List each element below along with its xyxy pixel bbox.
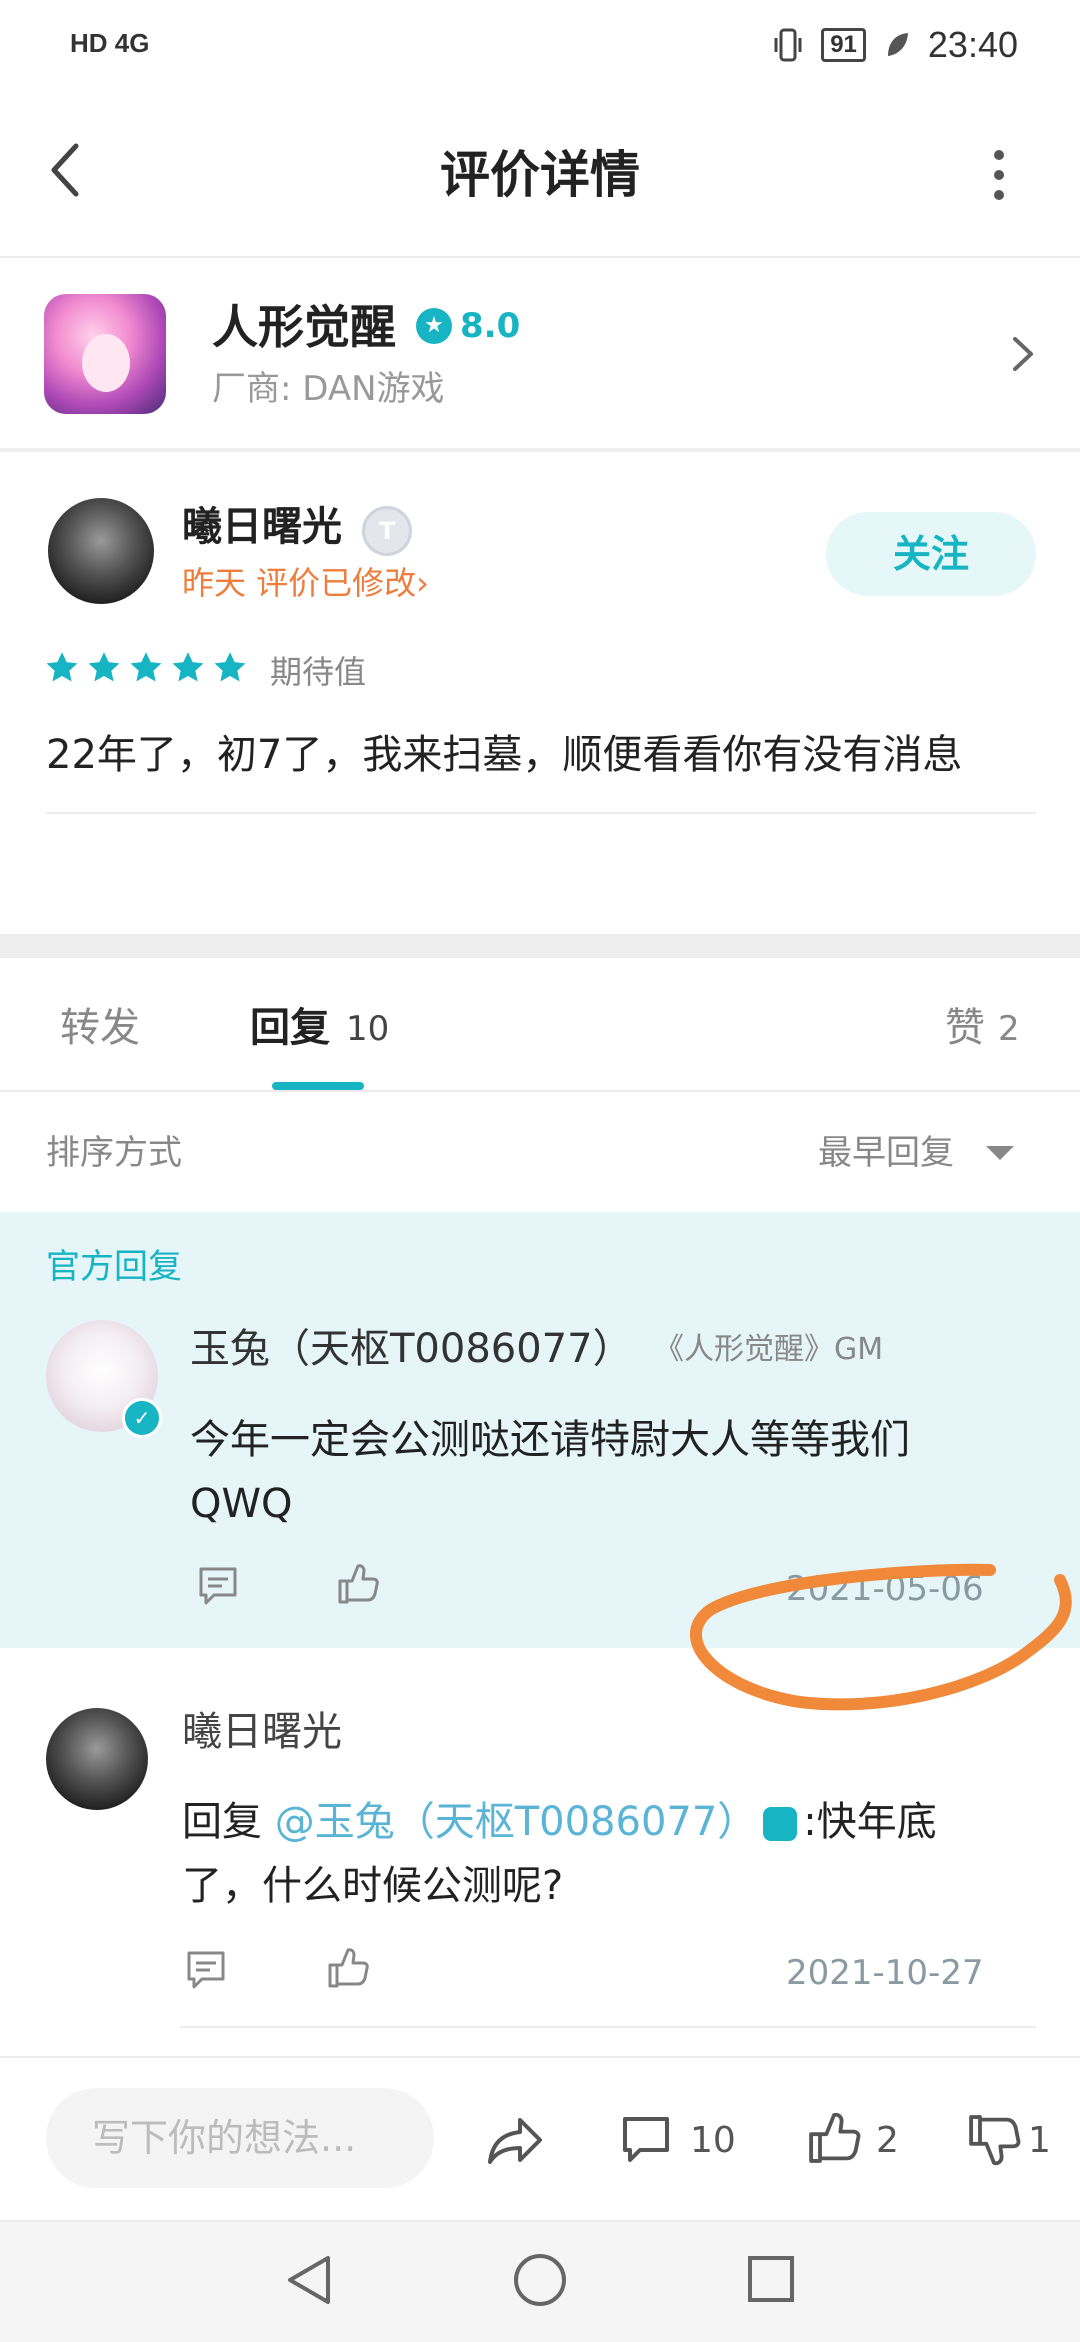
official-reply-text: 今年一定会公测哒还请特尉大人等等我们QWQ [190,1417,910,1527]
verified-icon [763,1807,798,1841]
tab-like[interactable]: 赞 [945,1000,985,1056]
comment-icon[interactable] [184,1948,228,1992]
comment-icon[interactable] [620,2114,672,2166]
divider [0,1090,1080,1092]
rating-star-icon: ★ [416,308,452,344]
nav-back-icon[interactable] [284,2252,334,2308]
nav-home-icon[interactable] [512,2252,568,2308]
divider [180,2026,1036,2028]
replier-name[interactable]: 曦日曙光 [182,1704,342,1760]
star-rating [44,650,248,686]
like-count: 2 [998,1009,1020,1049]
share-icon[interactable] [486,2114,544,2166]
tab-reply[interactable]: 回复 [250,1000,330,1056]
vibrate-icon [774,28,802,62]
section-gap [0,934,1080,958]
stars-label: 期待值 [270,653,367,691]
more-icon[interactable] [992,150,1006,200]
gm-name[interactable]: 玉兔（天枢T0086077） [190,1320,633,1378]
dislike-count: 1 [1028,2120,1051,2161]
divider [0,256,1080,258]
chevron-right-icon[interactable] [1010,334,1036,374]
star-icon [46,652,78,682]
dislike-icon[interactable] [966,2112,1022,2168]
user-reply-text: 回复 @玉兔（天枢T0086077）:快年底了，什么时候公测呢? [182,1790,982,1918]
game-icon[interactable] [44,294,166,414]
divider [0,448,1080,452]
reviewer-name[interactable]: 曦日曙光 [182,498,342,556]
review-text: 22年了，初7了，我来扫墓，顺便看看你有没有消息 [46,732,963,778]
page-title: 评价详情 [440,146,640,204]
comment-count: 10 [690,2120,736,2161]
official-reply-label: 官方回复 [46,1247,182,1287]
divider [46,812,1036,814]
sort-dropdown[interactable]: 最早回复 [818,1128,954,1178]
game-vendor: 厂商: DAN游戏 [212,369,445,409]
verified-icon: ✓ [122,1398,162,1438]
reviewer-avatar[interactable] [48,498,154,604]
active-tab-indicator [272,1082,364,1090]
comment-icon[interactable] [196,1564,240,1608]
sort-label: 排序方式 [46,1133,182,1173]
star-icon [172,652,204,682]
network-indicator: HD 4G [70,28,150,58]
follow-button[interactable]: 关注 [826,512,1036,596]
leaf-icon [887,33,908,56]
caret-down-icon[interactable] [986,1146,1014,1160]
review-edited-link[interactable]: 昨天 评价已修改› [182,560,429,606]
star-icon [214,652,246,682]
star-icon [88,652,120,682]
replier-avatar[interactable] [46,1708,148,1810]
status-right: 91 23:40 [773,24,1018,66]
game-name[interactable]: 人形觉醒 [212,296,396,358]
reply-prefix: 回复 [182,1799,275,1845]
game-score: 8.0 [460,306,521,346]
status-bar: HD 4G 91 23:40 [0,0,1080,90]
clock: 23:40 [927,24,1018,65]
user-reply-date: 2021-10-27 [786,1953,984,1993]
level-badge: T [362,506,412,556]
star-icon [130,652,162,682]
like-icon[interactable] [806,2110,862,2166]
like-icon[interactable] [336,1562,380,1606]
gm-tag: 《人形觉醒》GM [654,1332,884,1367]
mention-link[interactable]: @玉兔（天枢T0086077） [275,1799,758,1845]
like-count: 2 [876,2120,899,2161]
tab-forward[interactable]: 转发 [60,1000,140,1056]
comment-input[interactable] [46,2088,434,2188]
annotation-circle [690,1563,1072,1711]
reply-count: 10 [346,1009,390,1049]
nav-recents-icon[interactable] [746,2254,796,2304]
battery-indicator: 91 [821,28,866,62]
like-icon[interactable] [326,1946,370,1990]
